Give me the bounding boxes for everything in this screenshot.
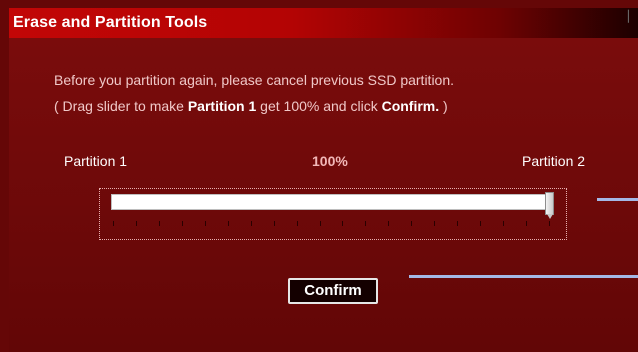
instruction-emphasis-confirm: Confirm. — [381, 98, 440, 114]
slider-tick — [388, 221, 390, 226]
slider-tick — [227, 221, 229, 226]
slider-tick — [204, 221, 206, 226]
titlebar: Erase and Partition Tools ▏ — [9, 8, 638, 38]
instruction-emphasis-partition: Partition 1 — [187, 98, 257, 114]
slider-tick — [296, 221, 298, 226]
partition-percent: 100% — [312, 153, 348, 169]
slider-tick — [526, 221, 528, 226]
slider-tick — [273, 221, 275, 226]
slider-tick — [365, 221, 367, 226]
slider-tick — [342, 221, 344, 226]
slider-tick — [319, 221, 321, 226]
slider-tick — [480, 221, 482, 226]
dialog-content: Before you partition again, please cance… — [9, 38, 638, 352]
erase-partition-window: Erase and Partition Tools ▏ Before you p… — [9, 8, 638, 352]
slider-thumb[interactable] — [545, 192, 554, 219]
slider-tick — [135, 221, 137, 226]
slider-track[interactable] — [111, 194, 551, 210]
slider-tick — [457, 221, 459, 226]
confirm-button[interactable]: Confirm — [288, 278, 378, 304]
slider-tick — [411, 221, 413, 226]
partition-slider[interactable] — [99, 188, 567, 240]
slider-tick — [549, 221, 550, 226]
slider-tick — [250, 221, 252, 226]
instruction-line-1: Before you partition again, please cance… — [54, 72, 455, 88]
instruction-line-2: ( Drag slider to make Partition 1 get 10… — [54, 98, 448, 114]
confirm-callout-line — [409, 275, 638, 278]
slider-tick — [503, 221, 505, 226]
slider-tick — [434, 221, 436, 226]
slider-tick — [158, 221, 160, 226]
partition-2-label: Partition 2 — [522, 153, 586, 169]
slider-tick — [181, 221, 183, 226]
instruction-text: ) — [439, 98, 448, 114]
slider-tick — [113, 221, 114, 226]
slider-callout-line — [597, 198, 638, 201]
partition-1-label: Partition 1 — [64, 153, 128, 169]
instruction-text: ( Drag slider to make — [54, 98, 188, 114]
instruction-text: get 100% and click — [256, 98, 382, 114]
window-title: Erase and Partition Tools — [13, 14, 208, 31]
close-icon[interactable]: ▏ — [628, 10, 636, 24]
